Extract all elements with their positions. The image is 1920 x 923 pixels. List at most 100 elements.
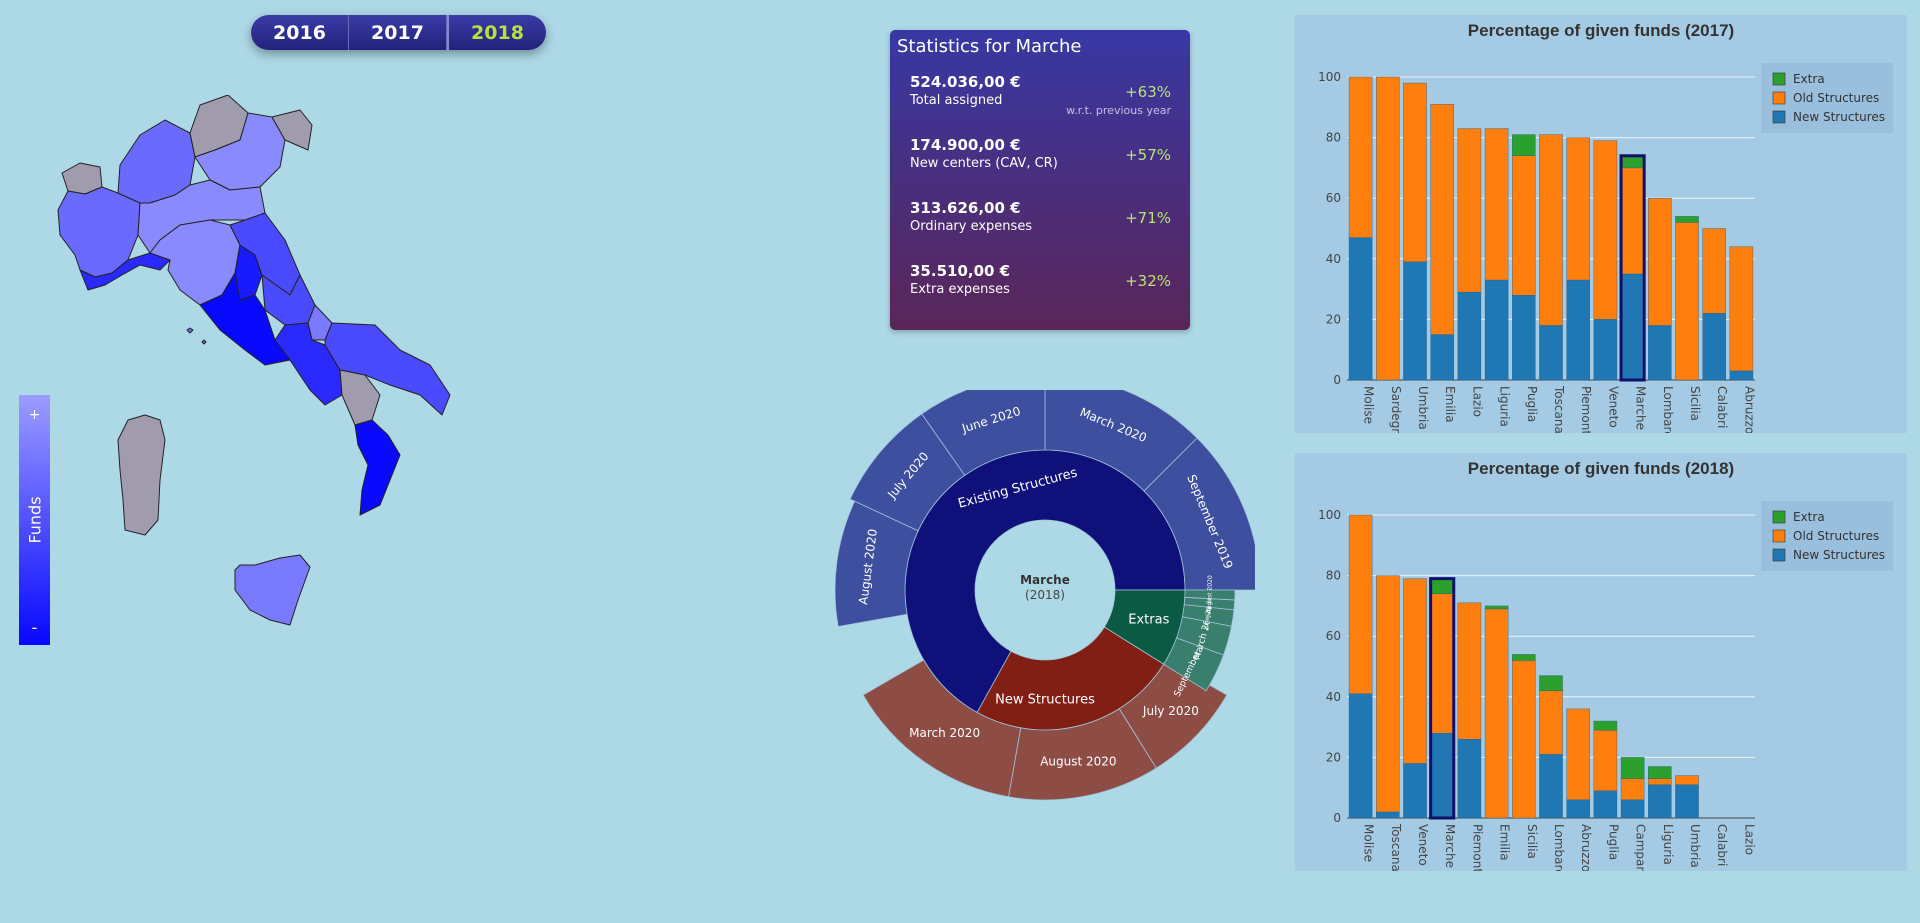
bar-extra[interactable] (1675, 216, 1699, 223)
bar-new-structures[interactable] (1376, 811, 1400, 819)
bar-old-structures[interactable] (1593, 140, 1618, 320)
x-tick-label: Umbria (1416, 386, 1430, 430)
bar-old-structures[interactable] (1457, 128, 1482, 293)
bar-new-structures[interactable] (1430, 732, 1454, 819)
bar-new-structures[interactable] (1648, 325, 1672, 381)
bar-old-structures[interactable] (1348, 76, 1373, 238)
bar-new-structures[interactable] (1539, 325, 1563, 381)
region-elba-islands (186, 327, 207, 345)
bar-new-structures[interactable] (1648, 784, 1672, 819)
bar-new-structures[interactable] (1675, 784, 1699, 819)
x-tick-label: Toscana (1552, 385, 1566, 433)
y-tick-label: 40 (1326, 690, 1341, 704)
x-tick-label: Sicilia (1688, 386, 1702, 421)
bar-new-structures[interactable] (1348, 693, 1373, 819)
bar-old-structures[interactable] (1648, 197, 1672, 326)
legend-label[interactable]: New Structures (1793, 110, 1885, 124)
y-tick-label: 80 (1326, 131, 1341, 145)
bar-old-structures[interactable] (1566, 137, 1590, 281)
bar-new-structures[interactable] (1593, 790, 1618, 819)
tab-2017[interactable]: 2017 (349, 15, 447, 50)
bar-chart-2017: Percentage of given funds (2017) 0 20 40 60… (1295, 15, 1907, 433)
bar-old-structures[interactable] (1512, 660, 1536, 819)
tab-2018[interactable]: 2018 (447, 15, 546, 50)
bar-new-structures[interactable] (1566, 799, 1590, 819)
bar-new-structures[interactable] (1620, 273, 1645, 381)
bar-old-structures[interactable] (1675, 222, 1699, 381)
bar-extra[interactable] (1620, 155, 1645, 169)
bar-old-structures[interactable] (1376, 76, 1400, 381)
bar-new-structures[interactable] (1403, 261, 1427, 381)
sunburst-center-subtitle: (2018) (1025, 588, 1065, 602)
bar-old-structures[interactable] (1539, 134, 1563, 326)
bar-old-structures[interactable] (1675, 775, 1699, 785)
legend-label[interactable]: Extra (1793, 72, 1825, 86)
tab-2016[interactable]: 2016 (251, 15, 349, 50)
stat-note: w.r.t. previous year (1066, 104, 1171, 117)
bar-old-structures[interactable] (1484, 608, 1509, 819)
x-tick-label: Lombard (1552, 824, 1566, 871)
sunburst-label-inner: New Structures (995, 693, 1095, 708)
region-sardegna[interactable] (117, 414, 166, 536)
bar-new-structures[interactable] (1702, 313, 1726, 381)
bar-old-structures[interactable] (1484, 128, 1509, 281)
legend-swatch[interactable] (1772, 548, 1786, 562)
bar-old-structures[interactable] (1539, 690, 1563, 755)
bar-extra[interactable] (1512, 654, 1536, 661)
legend-label[interactable]: Old Structures (1793, 91, 1879, 105)
bar-new-structures[interactable] (1593, 319, 1618, 381)
legend-label[interactable]: New Structures (1793, 548, 1885, 562)
bar-extra[interactable] (1430, 578, 1454, 594)
bar-old-structures[interactable] (1702, 228, 1726, 314)
bar-extra[interactable] (1512, 134, 1536, 156)
stat-total: 524.036,00 € Total assigned +63% w.r.t. … (910, 73, 1171, 117)
region-calabria[interactable] (354, 419, 401, 516)
bar-old-structures[interactable] (1403, 578, 1427, 764)
x-tick-label: Lazio (1742, 824, 1756, 855)
bar-old-structures[interactable] (1457, 602, 1482, 740)
legend-label[interactable]: Old Structures (1793, 529, 1879, 543)
legend-swatch[interactable] (1772, 91, 1786, 105)
bar-new-structures[interactable] (1457, 291, 1482, 381)
x-tick-label: Piemont (1470, 824, 1484, 871)
region-puglia[interactable] (324, 322, 451, 416)
bar-old-structures[interactable] (1430, 104, 1454, 335)
x-tick-label: Marche (1634, 386, 1648, 430)
bar-extra[interactable] (1593, 720, 1618, 731)
bar-new-structures[interactable] (1729, 370, 1754, 381)
bar-new-structures[interactable] (1620, 799, 1645, 819)
legend-swatch[interactable] (1772, 110, 1786, 124)
legend-label[interactable]: Extra (1793, 510, 1825, 524)
y-tick-label: 60 (1326, 191, 1341, 205)
bar-old-structures[interactable] (1348, 514, 1373, 694)
bar-old-structures[interactable] (1729, 246, 1754, 372)
bar-extra[interactable] (1484, 605, 1509, 610)
bar-extra[interactable] (1648, 766, 1672, 779)
bar-old-structures[interactable] (1593, 729, 1618, 791)
legend-swatch[interactable] (1772, 529, 1786, 543)
legend-swatch[interactable] (1772, 72, 1786, 86)
bar-old-structures[interactable] (1376, 575, 1400, 813)
bar-old-structures[interactable] (1512, 155, 1536, 296)
bar-extra[interactable] (1620, 757, 1645, 779)
region-sicilia[interactable] (234, 554, 311, 626)
legend-swatch[interactable] (1772, 510, 1786, 524)
bar-new-structures[interactable] (1539, 754, 1563, 819)
bar-old-structures[interactable] (1403, 82, 1427, 263)
bar-old-structures[interactable] (1566, 708, 1590, 801)
bar-old-structures[interactable] (1648, 778, 1672, 785)
bar-new-structures[interactable] (1403, 763, 1427, 819)
bar-old-structures[interactable] (1620, 167, 1645, 275)
bar-new-structures[interactable] (1348, 237, 1373, 381)
bar-new-structures[interactable] (1430, 334, 1454, 381)
bar-new-structures[interactable] (1457, 739, 1482, 819)
x-tick-label: Calabri (1715, 824, 1729, 866)
bar-extra[interactable] (1539, 675, 1563, 691)
bar-old-structures[interactable] (1620, 778, 1645, 801)
x-tick-label: Veneto (1416, 824, 1430, 866)
bar-new-structures[interactable] (1566, 279, 1590, 381)
bar-new-structures[interactable] (1512, 294, 1536, 381)
bar-new-structures[interactable] (1484, 279, 1509, 381)
bar-old-structures[interactable] (1430, 593, 1454, 734)
legend-label: Funds (25, 496, 44, 544)
